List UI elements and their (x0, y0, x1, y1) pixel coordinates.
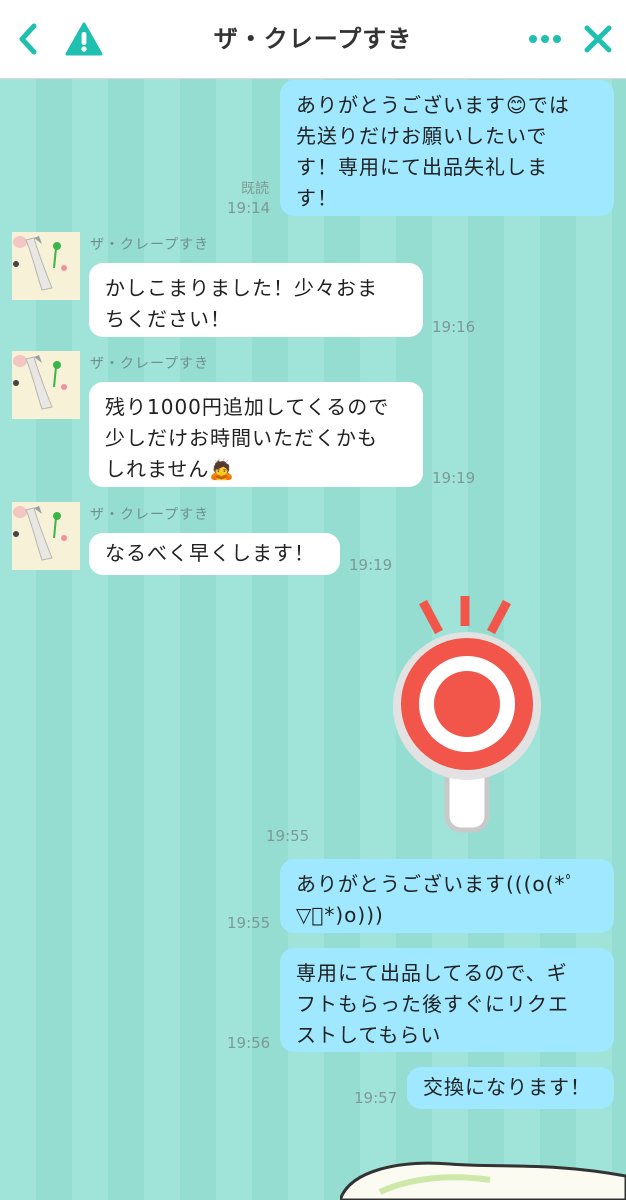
sender-name: ザ・クレープすき (90, 356, 210, 372)
close-icon (584, 25, 612, 53)
sender-name: ザ・クレープすき (90, 237, 210, 253)
avatar[interactable] (12, 351, 80, 419)
warning-icon (65, 22, 103, 56)
chat-screen: ザ・クレープすき ありがとうございます😊では 先送りだけお願いしたいで す！専用… (0, 0, 626, 1200)
my-message-bubble[interactable]: 専用にて出品してるので、ギ フトもらった後すぐにリクエ ストしてもらい (280, 948, 614, 1052)
message-timestamp: 19:56 (227, 1034, 271, 1052)
more-button[interactable] (522, 0, 568, 78)
more-horizontal-icon (529, 35, 561, 43)
message-timestamp: 19:55 (266, 827, 310, 845)
their-message-bubble[interactable]: かしこまりました！少々おま ちください！ (89, 263, 423, 337)
message-timestamp: 19:16 (432, 318, 476, 336)
back-button[interactable] (8, 0, 48, 78)
avatar[interactable] (12, 502, 80, 570)
message-timestamp: 19:55 (227, 914, 271, 932)
message-timestamp: 19:19 (432, 469, 476, 487)
partial-stamp (340, 1150, 626, 1200)
their-message-bubble[interactable]: 残り1000円追加してくるので 少しだけお時間いただくかも しれません🙇 (89, 382, 423, 487)
message-timestamp: 19:19 (349, 556, 393, 574)
their-message-bubble[interactable]: なるべく早くします！ (89, 533, 340, 575)
chat-title: ザ・クレープすき (213, 25, 413, 53)
read-receipt: 既読 (241, 181, 269, 197)
avatar[interactable] (12, 232, 80, 300)
chat-header: ザ・クレープすき (0, 0, 626, 79)
report-button[interactable] (62, 0, 106, 78)
close-button[interactable] (576, 0, 620, 78)
my-message-bubble[interactable]: 交換になります！ (407, 1067, 614, 1109)
my-message-bubble[interactable]: ありがとうございます(((o(*ﾟ ▽ﾟ*)o))) (280, 859, 614, 933)
chevron-left-icon (19, 23, 37, 55)
message-timestamp: 19:57 (354, 1089, 398, 1107)
maru-sign-stamp[interactable] (385, 588, 555, 838)
my-message-bubble[interactable]: ありがとうございます😊では 先送りだけお願いしたいで す！専用にて出品失礼しま … (280, 80, 614, 216)
message-list[interactable]: ありがとうございます😊では 先送りだけお願いしたいで す！専用にて出品失礼しま … (0, 78, 626, 1200)
sender-name: ザ・クレープすき (90, 507, 210, 523)
message-timestamp: 19:14 (227, 199, 271, 217)
